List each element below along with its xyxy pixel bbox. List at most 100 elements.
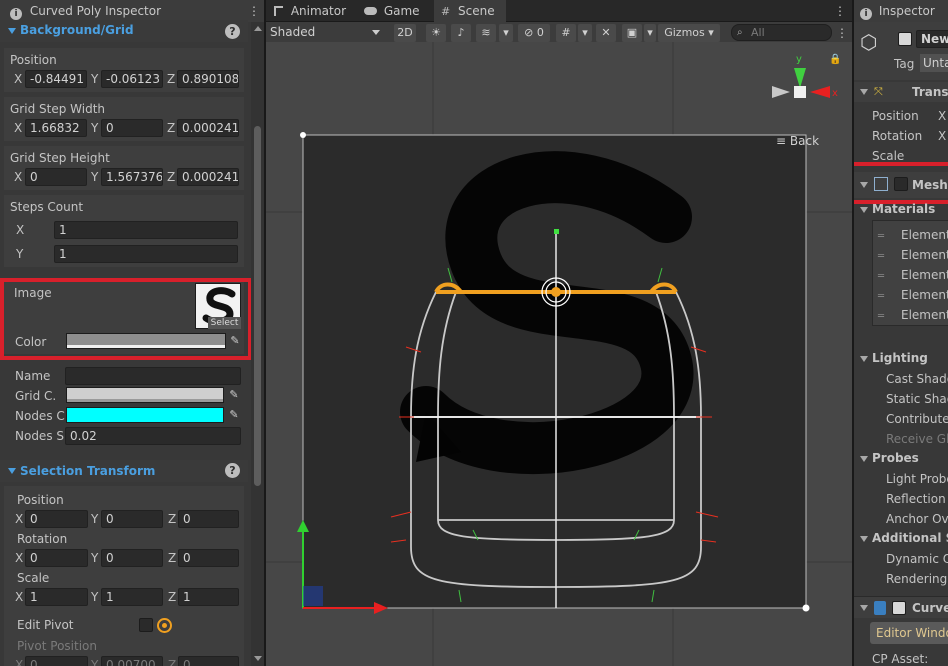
- grid-step-height-y[interactable]: 1.567376: [101, 168, 163, 186]
- tools-icon[interactable]: ✕: [596, 24, 616, 42]
- curved-poly-component-header[interactable]: Curve: [854, 596, 948, 618]
- camera-icon[interactable]: ▣: [622, 24, 642, 42]
- foldout-arrow-icon: [860, 89, 868, 95]
- sel-position-z[interactable]: 0: [178, 510, 239, 528]
- grid-step-height-z[interactable]: 0.000241: [177, 168, 239, 186]
- tab-scene[interactable]: # Scene: [434, 0, 506, 22]
- sel-rotation-x[interactable]: 0: [25, 549, 88, 567]
- hidden-objects-button[interactable]: ⊘ 0: [518, 24, 550, 42]
- grid-color-swatch[interactable]: [66, 387, 224, 403]
- pivot-position-z[interactable]: 0: [178, 656, 239, 666]
- material-element-2[interactable]: Element: [901, 268, 948, 282]
- pivot-target-icon[interactable]: [157, 618, 172, 633]
- curved-poly-checkbox[interactable]: [892, 601, 906, 615]
- foldout-arrow-icon: [8, 28, 16, 34]
- axis-y-label: Y: [91, 590, 99, 604]
- sel-rotation-z[interactable]: 0: [178, 549, 239, 567]
- eyedropper-icon[interactable]: ✎: [227, 387, 241, 403]
- grid-step-width-x[interactable]: 1.66832: [25, 119, 87, 137]
- foldout-arrow-icon: [860, 456, 868, 462]
- scene-menu-icon[interactable]: ⋮: [836, 24, 848, 42]
- steps-count-y[interactable]: 1: [54, 245, 238, 263]
- transform-header[interactable]: ⤧ Trans: [854, 82, 948, 102]
- bg-position-z[interactable]: 0.890108: [177, 70, 239, 88]
- help-icon[interactable]: ?: [225, 463, 240, 478]
- camera-dropdown-icon[interactable]: ▾: [644, 24, 656, 42]
- sel-position-x[interactable]: 0: [25, 510, 88, 528]
- tab-inspector[interactable]: i Inspector: [854, 0, 948, 22]
- eyedropper-icon[interactable]: ✎: [227, 407, 241, 423]
- tab-animator[interactable]: Animator: [274, 0, 346, 22]
- tab-game[interactable]: Game: [364, 0, 420, 22]
- material-element-1[interactable]: Element: [901, 248, 948, 262]
- background-grid-header[interactable]: Background/Grid ?: [0, 20, 248, 42]
- transform-row-scale: Scale: [872, 149, 905, 163]
- effects-dropdown-icon[interactable]: ▾: [499, 24, 513, 42]
- back-label: Back: [789, 134, 820, 148]
- kebab-menu-icon[interactable]: ⋮: [834, 3, 846, 19]
- shading-dropdown[interactable]: Shaded: [266, 23, 386, 41]
- sel-rotation-label: Rotation: [17, 532, 68, 546]
- left-scrollbar[interactable]: [251, 22, 264, 666]
- materials-list: Element Element Element Element Element …: [872, 220, 948, 326]
- mesh-header-highlight: [854, 162, 948, 204]
- grid-step-width-y[interactable]: 0: [101, 119, 163, 137]
- pivot-position-y[interactable]: 0.00700: [101, 656, 163, 666]
- axis-z-label: Z: [167, 170, 176, 184]
- audio-toggle-icon[interactable]: ♪: [451, 24, 471, 42]
- 2d-mode-button[interactable]: 2D: [394, 24, 416, 42]
- bg-position-x[interactable]: -0.84491: [25, 70, 87, 88]
- tab-animator-label: Animator: [290, 4, 346, 18]
- kebab-menu-icon[interactable]: ⋮: [248, 3, 260, 19]
- sel-scale-z[interactable]: 1: [178, 588, 239, 606]
- nodes-size-field[interactable]: 0.02: [65, 427, 241, 445]
- lighting-row-cast-shadows: Cast Shado: [886, 372, 948, 386]
- gizmos-label: Gizmos: [664, 26, 705, 39]
- scene-search-field[interactable]: ⌕ All: [731, 24, 832, 41]
- gizmos-button[interactable]: Gizmos ▾: [658, 24, 720, 42]
- transform-row-position: Position: [872, 109, 919, 123]
- material-element-0[interactable]: Element: [901, 228, 948, 242]
- scroll-down-arrow-icon[interactable]: [254, 656, 262, 661]
- cube-icon: ⬡: [860, 30, 878, 54]
- lighting-toggle-icon[interactable]: ☀: [426, 24, 446, 42]
- scroll-up-arrow-icon[interactable]: [254, 26, 262, 31]
- scrollbar-thumb[interactable]: [254, 126, 261, 486]
- sel-scale-y[interactable]: 1: [101, 588, 163, 606]
- scene-tabbar: Animator Game # Scene ⋮: [266, 0, 852, 22]
- sel-scale-x[interactable]: 1: [25, 588, 88, 606]
- probes-row-light-probes: Light Probe: [886, 472, 948, 486]
- back-view-label[interactable]: ≡ Back: [776, 134, 819, 148]
- axis-y-label: Y: [91, 551, 99, 565]
- image-color-highlight: [0, 278, 252, 360]
- svg-text:x: x: [832, 88, 838, 99]
- material-element-4[interactable]: Element: [901, 308, 948, 322]
- grid-step-height-x[interactable]: 0: [25, 168, 87, 186]
- bg-position-y[interactable]: -0.06123: [101, 70, 163, 88]
- edit-pivot-checkbox[interactable]: [139, 618, 153, 632]
- selection-transform-header[interactable]: Selection Transform ?: [0, 460, 248, 482]
- sel-position-y[interactable]: 0: [101, 510, 163, 528]
- grid-toggle-icon[interactable]: #: [556, 24, 576, 42]
- effects-toggle-icon[interactable]: ≋: [476, 24, 496, 42]
- transform-row-rotation: Rotation: [872, 129, 923, 143]
- axis-x-label: X: [14, 72, 23, 86]
- object-name-field[interactable]: New: [916, 30, 948, 48]
- material-element-3[interactable]: Element: [901, 288, 948, 302]
- pivot-position-x[interactable]: 0: [25, 656, 88, 666]
- name-field[interactable]: [65, 367, 241, 385]
- drag-handle-icon[interactable]: ═ ═ ═ ═ ═: [878, 227, 884, 327]
- nodes-color-swatch[interactable]: [66, 407, 224, 423]
- sel-rotation-y[interactable]: 0: [101, 549, 163, 567]
- steps-count-x[interactable]: 1: [54, 221, 238, 239]
- tag-dropdown[interactable]: Unta: [920, 54, 948, 72]
- help-icon[interactable]: ?: [225, 24, 240, 39]
- editor-window-button[interactable]: Editor Windo: [870, 622, 948, 644]
- active-checkbox[interactable]: [898, 32, 912, 46]
- lock-icon[interactable]: 🔒: [829, 54, 841, 66]
- grid-dropdown-icon[interactable]: ▾: [578, 24, 592, 42]
- axis-y-label: Y: [16, 247, 24, 261]
- scene-viewport[interactable]: y x 🔒 ≡ Back: [266, 42, 852, 666]
- name-label: Name: [15, 369, 51, 383]
- grid-step-width-z[interactable]: 0.000241: [177, 119, 239, 137]
